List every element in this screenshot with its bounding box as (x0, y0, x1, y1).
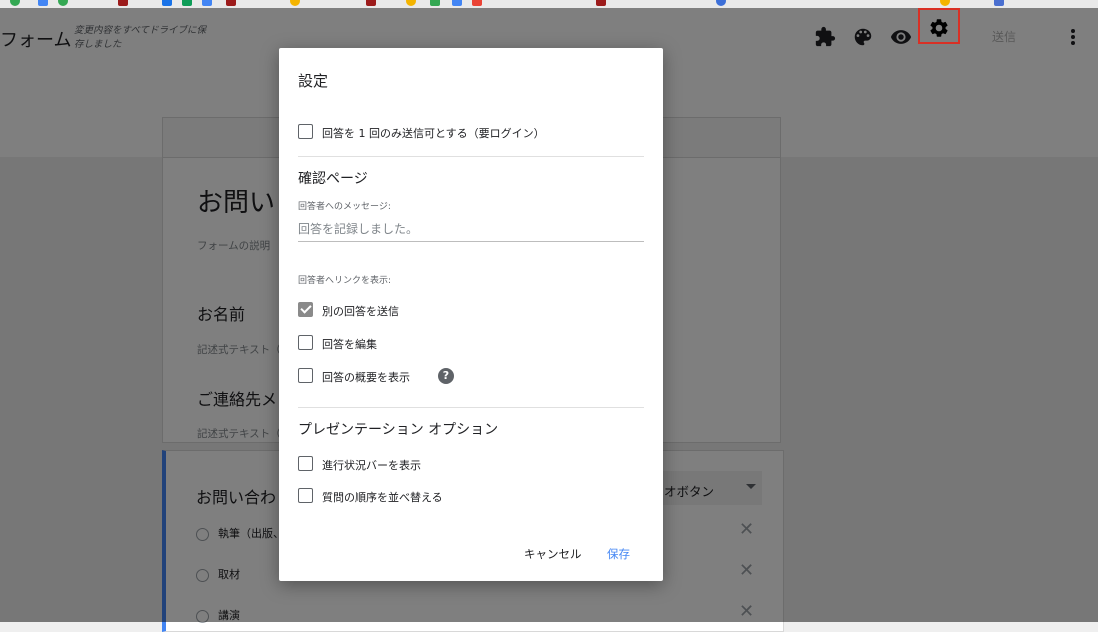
bookmark-icon[interactable] (202, 0, 212, 6)
show-summary-checkbox[interactable]: 回答の概要を表示 ? (298, 368, 498, 386)
cancel-button[interactable]: キャンセル (524, 546, 582, 562)
divider (298, 156, 644, 157)
checkbox-label: 進行状況バーを表示 (322, 459, 421, 472)
dialog-title: 設定 (298, 72, 329, 90)
bookmark-icon[interactable] (226, 0, 236, 6)
links-label: 回答者へリンクを表示: (298, 276, 392, 286)
bookmark-icon[interactable] (596, 0, 606, 6)
bookmark-icon[interactable] (118, 0, 128, 6)
checkbox-label: 回答の概要を表示 (322, 371, 410, 384)
divider (298, 407, 644, 408)
bookmark-icon[interactable] (716, 0, 726, 6)
bookmark-icon[interactable] (58, 0, 68, 6)
bookmark-icon[interactable] (406, 0, 416, 6)
bookmark-icon[interactable] (366, 0, 376, 6)
checkbox-label: 別の回答を送信 (322, 305, 399, 318)
bookmarks-bar (0, 0, 1098, 8)
bookmark-icon[interactable] (162, 0, 172, 6)
help-icon[interactable]: ? (438, 368, 454, 384)
confirmation-message-input[interactable]: 回答を記録しました。 (298, 220, 644, 242)
checkbox-icon[interactable] (298, 456, 313, 471)
bookmark-icon[interactable] (38, 0, 48, 6)
bookmark-icon[interactable] (940, 0, 950, 6)
checkbox-icon[interactable] (298, 124, 313, 139)
bookmark-icon[interactable] (452, 0, 462, 6)
confirmation-section-title: 確認ページ (298, 171, 368, 187)
checkbox-icon[interactable] (298, 335, 313, 350)
presentation-section-title: プレゼンテーション オプション (298, 422, 499, 438)
bookmark-icon[interactable] (994, 0, 1004, 6)
gear-icon[interactable] (928, 17, 950, 39)
bookmark-icon[interactable] (290, 0, 300, 6)
checkbox-label: 回答を 1 回のみ送信可とする（要ログイン） (322, 127, 545, 140)
save-button[interactable]: 保存 (607, 546, 630, 562)
bookmark-icon[interactable] (182, 0, 192, 6)
checkbox-checked-icon[interactable] (298, 302, 313, 317)
bookmark-icon[interactable] (430, 0, 440, 6)
checkbox-label: 質問の順序を並べ替える (322, 491, 443, 504)
checkbox-icon[interactable] (298, 488, 313, 503)
bookmark-icon[interactable] (10, 0, 20, 6)
bookmark-icon[interactable] (472, 0, 482, 6)
checkbox-label: 回答を編集 (322, 338, 377, 351)
checkbox-icon[interactable] (298, 368, 313, 383)
settings-dialog: 設定 回答を 1 回のみ送信可とする（要ログイン） 確認ページ 回答者へのメッセ… (279, 48, 663, 581)
message-label: 回答者へのメッセージ: (298, 202, 391, 212)
